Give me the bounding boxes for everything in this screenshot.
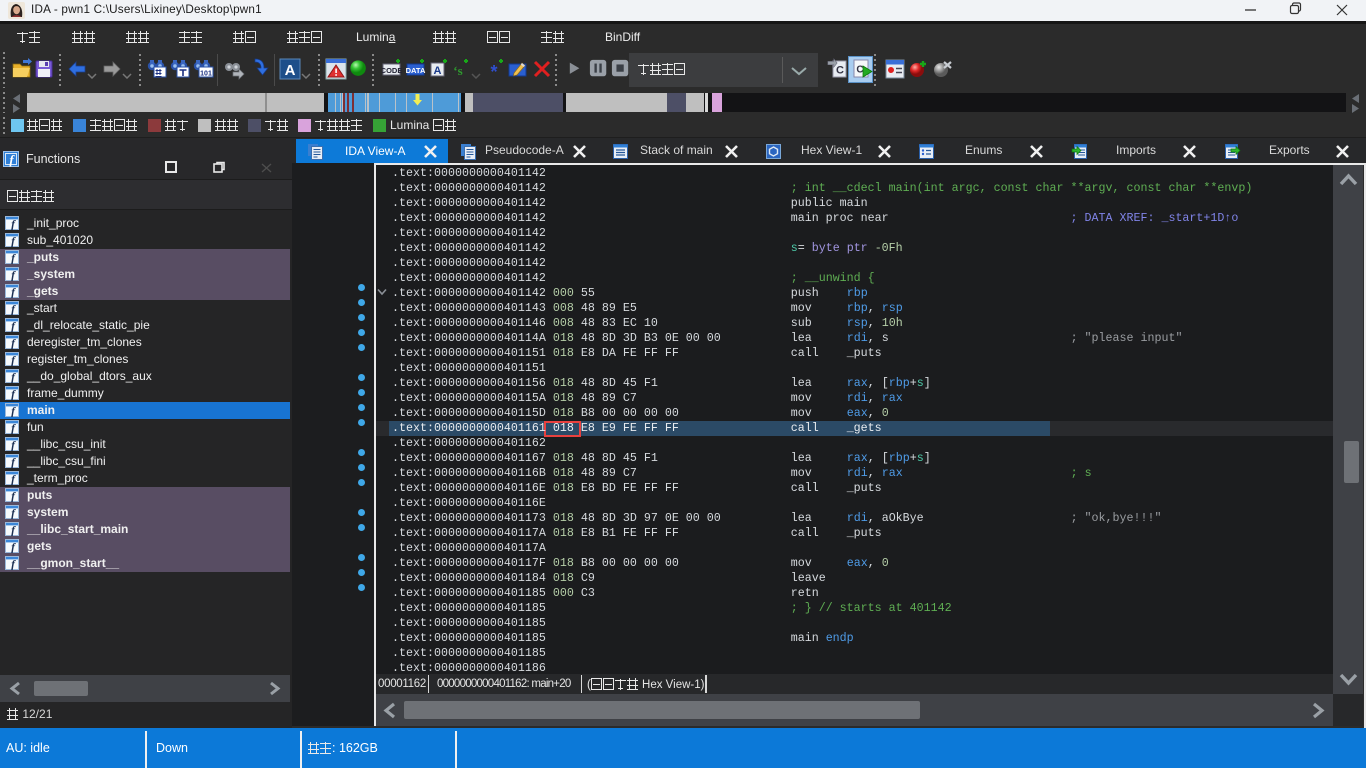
svg-text:C: C — [836, 65, 844, 77]
svg-text:CODE: CODE — [382, 66, 402, 75]
svg-text:‘s: ‘s — [453, 63, 462, 78]
svg-text:C: C — [856, 65, 863, 76]
svg-text:*: * — [490, 62, 497, 80]
svg-text:101: 101 — [200, 71, 212, 78]
svg-text:DATA: DATA — [406, 66, 426, 75]
svg-text:A: A — [434, 65, 442, 77]
svg-text:A: A — [285, 62, 296, 79]
